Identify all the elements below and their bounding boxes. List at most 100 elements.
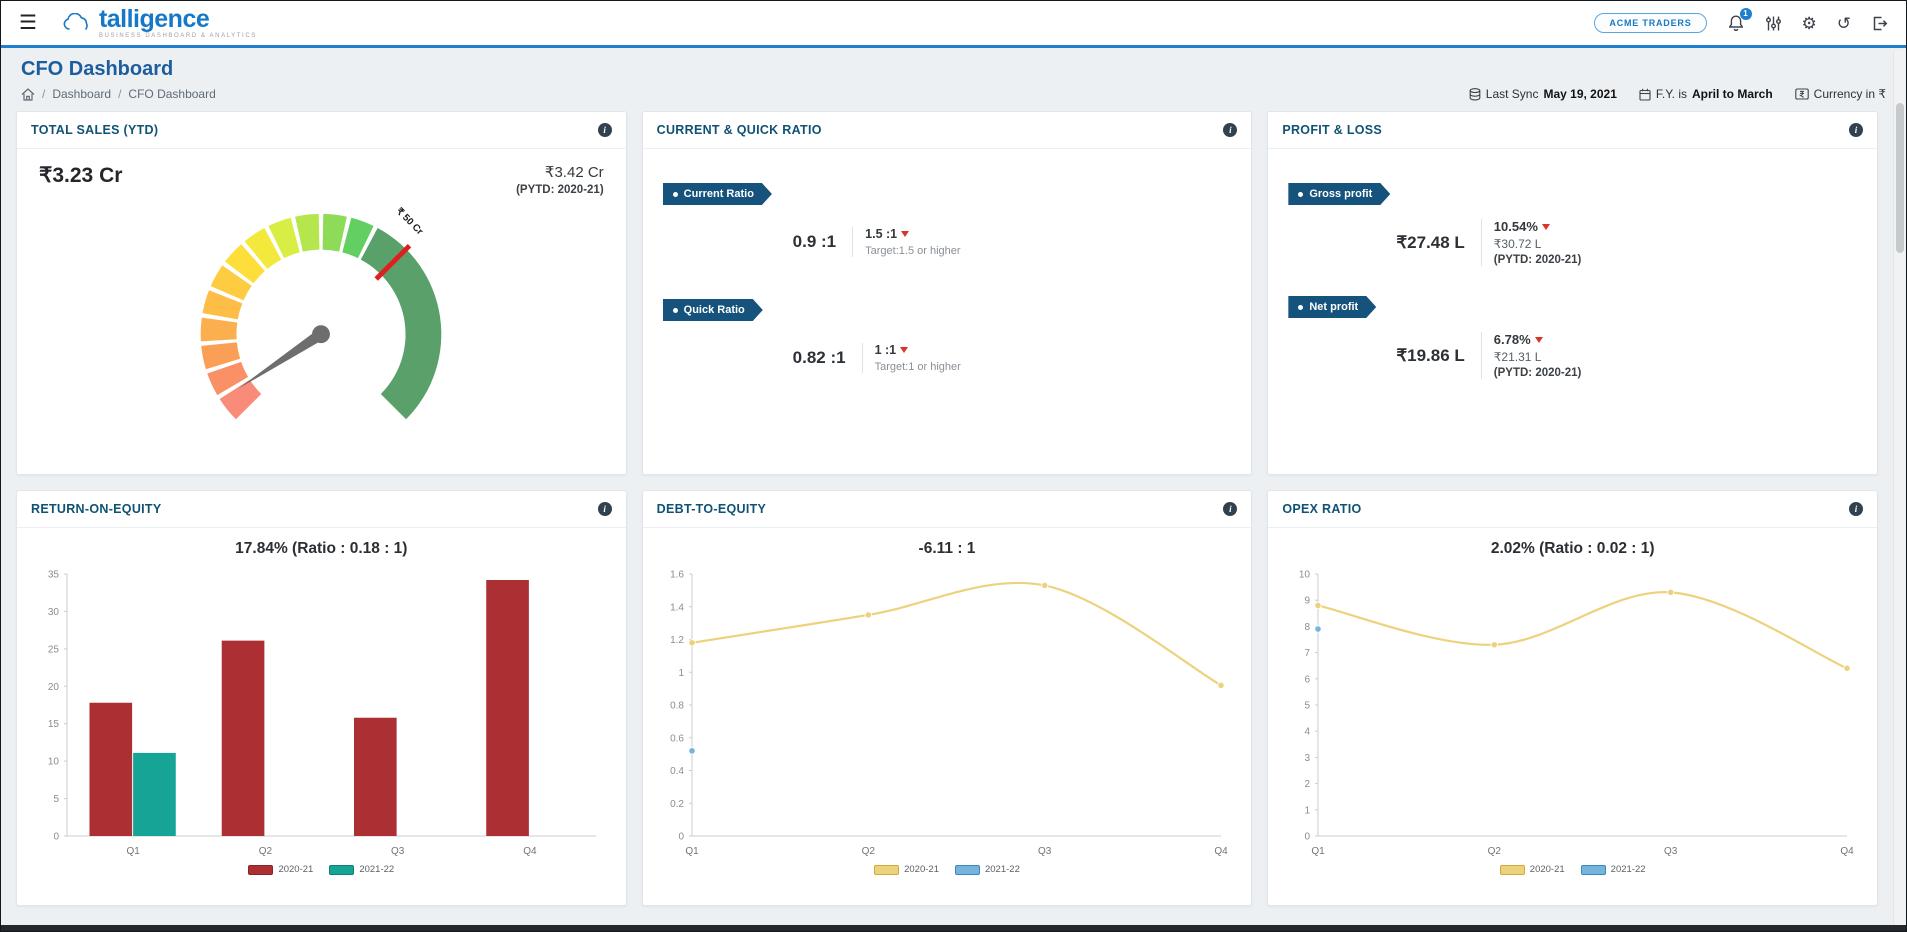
- total-sales-pytd-value: ₹3.42 Cr: [544, 164, 604, 181]
- net-profit-label: Net profit: [1309, 301, 1359, 313]
- info-icon[interactable]: i: [1849, 123, 1863, 137]
- svg-text:Q4: Q4: [523, 846, 537, 857]
- page-header: CFO Dashboard / Dashboard / CFO Dashboar…: [1, 48, 1906, 109]
- svg-text:25: 25: [48, 644, 60, 655]
- legend-label: 2020-21: [904, 864, 939, 875]
- home-icon[interactable]: [21, 87, 35, 101]
- card-title-roe: RETURN-ON-EQUITY: [31, 502, 162, 516]
- currency-label: Currency in ₹: [1813, 87, 1886, 101]
- card-opex-ratio: OPEX RATIO i 2.02% (Ratio : 0.02 : 1) 0 1…: [1267, 490, 1878, 906]
- roe-legend: 2020-21 2021-22: [17, 864, 626, 875]
- net-profit-pytd-label: (PYTD: 2020-21): [1493, 367, 1582, 379]
- scrollbar-thumb[interactable]: [1896, 103, 1904, 253]
- current-ratio-value: 0.9 :1: [792, 232, 837, 251]
- legend-item-2021-22[interactable]: 2021-22: [1580, 864, 1646, 875]
- bullet-dot: [673, 192, 678, 197]
- net-profit-value: ₹19.86 L: [1396, 345, 1465, 365]
- svg-text:Q3: Q3: [391, 846, 405, 857]
- breadcrumb-separator: /: [118, 87, 122, 101]
- legend-item-2020-21[interactable]: 2020-21: [248, 864, 313, 875]
- down-arrow-icon: [1534, 336, 1543, 343]
- svg-text:Q2: Q2: [862, 846, 876, 857]
- down-arrow-icon: [1541, 223, 1550, 230]
- svg-text:1.2: 1.2: [671, 635, 685, 646]
- info-icon[interactable]: i: [1223, 123, 1238, 137]
- company-badge[interactable]: ACME TRADERS: [1594, 13, 1707, 33]
- card-title-pnl: PROFIT & LOSS: [1282, 123, 1383, 137]
- legend-item-2020-21[interactable]: 2020-21: [874, 864, 939, 875]
- svg-text:10: 10: [1299, 570, 1311, 581]
- info-icon[interactable]: i: [597, 123, 612, 137]
- logo-cloud-icon: [63, 13, 88, 30]
- history-button[interactable]: ↺: [1837, 15, 1851, 32]
- logo-text: talligence: [98, 5, 210, 33]
- info-icon[interactable]: i: [1223, 502, 1238, 516]
- down-arrow-icon: [901, 231, 910, 237]
- card-return-on-equity: RETURN-ON-EQUITY i 17.84% (Ratio : 0.18 …: [16, 490, 627, 906]
- scrollbar-track[interactable]: [1893, 51, 1905, 925]
- quick-ratio-flag: Quick Ratio: [663, 299, 763, 321]
- logout-button[interactable]: [1871, 15, 1888, 32]
- dte-chart-title: -6.11 : 1: [918, 540, 976, 557]
- bullet-dot: [1298, 305, 1303, 310]
- history-icon: ↺: [1836, 13, 1851, 33]
- svg-text:0.8: 0.8: [671, 701, 685, 712]
- card-debt-to-equity: DEBT-TO-EQUITY i -6.11 : 1 0 0.2 0.4 0.6 0.8…: [641, 490, 1253, 906]
- svg-text:1.6: 1.6: [671, 570, 685, 581]
- legend-item-2020-21[interactable]: 2020-21: [1499, 864, 1565, 875]
- card-title-ratio: CURRENT & QUICK RATIO: [656, 123, 822, 137]
- total-sales-value: ₹3.23 Cr: [39, 164, 123, 187]
- current-ratio-label: Current Ratio: [683, 188, 754, 200]
- svg-text:Q1: Q1: [1311, 846, 1325, 857]
- legend-item-2021-22[interactable]: 2021-22: [954, 864, 1020, 875]
- svg-text:0: 0: [1305, 832, 1311, 843]
- svg-text:6: 6: [1305, 674, 1311, 685]
- info-icon[interactable]: i: [597, 502, 612, 516]
- filters-button[interactable]: [1765, 15, 1782, 32]
- sliders-icon: [1765, 16, 1781, 30]
- gross-profit-pytd-value: ₹30.72 L: [1493, 237, 1542, 251]
- dte-line-chart: 0 0.2 0.4 0.6 0.8 1 1.2 1.4 1.6 Q1 Q2 Q3 Q4: [671, 570, 1229, 858]
- notifications-button[interactable]: 1: [1727, 7, 1752, 33]
- roe-bar-chart: 0 5 10 15 20 25 30 35 Q1 Q2 Q3 Q4: [48, 570, 596, 857]
- svg-text:20: 20: [48, 682, 60, 693]
- legend-item-2021-22[interactable]: 2021-22: [329, 864, 394, 875]
- gross-profit-label: Gross profit: [1309, 188, 1373, 200]
- svg-text:10: 10: [48, 757, 60, 768]
- svg-text:5: 5: [53, 794, 59, 805]
- svg-text:7: 7: [1305, 648, 1311, 659]
- settings-button[interactable]: ⚙: [1802, 15, 1817, 32]
- svg-text:1: 1: [679, 668, 685, 679]
- svg-text:0.4: 0.4: [671, 766, 685, 777]
- card-total-sales: TOTAL SALES (YTD) i ₹3.23 Cr ₹3.42 Cr (P…: [16, 111, 627, 475]
- svg-text:1.4: 1.4: [671, 602, 685, 613]
- legend-label: 2020-21: [278, 864, 314, 875]
- currency-icon: [1794, 88, 1809, 100]
- svg-text:15: 15: [48, 719, 60, 730]
- svg-text:Q3: Q3: [1664, 846, 1678, 857]
- card-title-opex: OPEX RATIO: [1282, 502, 1362, 516]
- svg-text:1: 1: [1305, 805, 1311, 816]
- net-profit-pytd-value: ₹21.31 L: [1493, 350, 1542, 364]
- logo-tagline: BUSINESS DASHBOARD & ANALYTICS: [98, 33, 257, 39]
- current-ratio-flag: Current Ratio: [663, 183, 772, 205]
- total-sales-pytd-label: (PYTD: 2020-21): [516, 184, 604, 196]
- gross-profit-pytd-label: (PYTD: 2020-21): [1493, 254, 1582, 266]
- menu-icon[interactable]: ☰: [19, 13, 37, 33]
- last-sync-value: May 19, 2021: [1543, 87, 1617, 101]
- legend-swatch: [1580, 864, 1606, 875]
- quick-ratio-target-value: 1 :1: [874, 343, 897, 357]
- net-profit-flag: Net profit: [1288, 296, 1376, 318]
- dashboard-grid: TOTAL SALES (YTD) i ₹3.23 Cr ₹3.42 Cr (P…: [16, 111, 1878, 906]
- last-sync-label: Last Sync: [1485, 87, 1539, 101]
- net-profit-pct: 6.78%: [1493, 332, 1531, 347]
- page-title: CFO Dashboard: [21, 58, 174, 80]
- top-navbar: ☰ talligence BUSINESS DASHBOARD & ANALYT…: [1, 1, 1906, 48]
- app-logo[interactable]: talligence BUSINESS DASHBOARD & ANALYTIC…: [63, 7, 257, 39]
- svg-text:0: 0: [53, 832, 59, 843]
- info-icon[interactable]: i: [1849, 502, 1863, 516]
- svg-text:3: 3: [1305, 753, 1311, 764]
- card-title-dte: DEBT-TO-EQUITY: [656, 502, 767, 516]
- breadcrumb-dashboard[interactable]: Dashboard: [52, 87, 111, 101]
- svg-text:₹ 50 Cr: ₹ 50 Cr: [394, 206, 425, 237]
